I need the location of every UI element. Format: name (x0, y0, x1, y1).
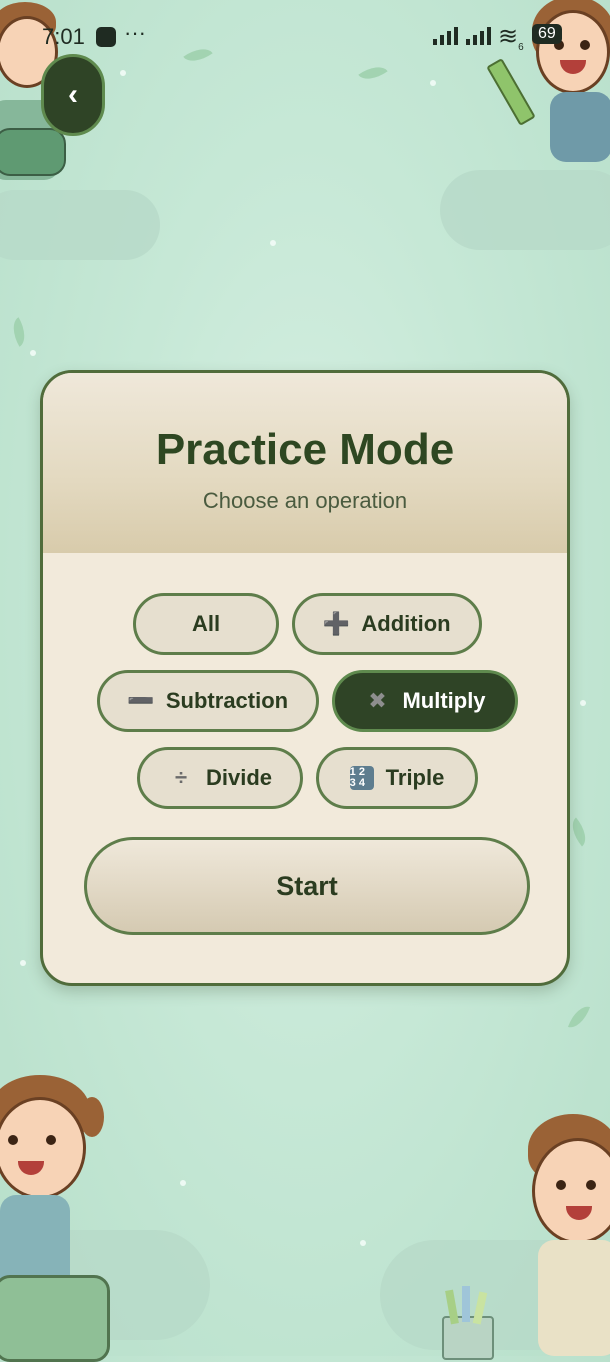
chevron-left-icon: ‹ (68, 78, 78, 111)
operation-label: All (191, 611, 221, 636)
multiply-icon: ✖ (368, 688, 387, 713)
wifi-icon: ≋6 (498, 23, 524, 53)
start-button[interactable]: Start (84, 837, 530, 935)
leaf-decoration (358, 59, 388, 87)
plus-icon: ➕ (322, 611, 351, 636)
sparkle-decoration (270, 240, 276, 246)
divide-icon: ÷ (174, 765, 188, 790)
page-subtitle: Choose an operation (202, 488, 408, 513)
leaf-decoration (6, 317, 32, 347)
more-notifications-icon: ··· (124, 20, 146, 45)
kid-boy-illustration (520, 1110, 610, 1356)
sparkle-decoration (580, 700, 586, 706)
wifi-suffix: 6 (518, 41, 524, 53)
signal-icon (466, 25, 491, 45)
sparkle-decoration (20, 960, 26, 966)
operation-all-button[interactable]: All (133, 593, 279, 655)
operation-label: Addition (361, 611, 451, 636)
cloud-decoration (0, 190, 160, 260)
sparkle-decoration (180, 1180, 186, 1186)
battery-indicator: 69 (532, 24, 562, 44)
operation-label: Divide (205, 765, 273, 790)
operation-multiply-button[interactable]: ✖ Multiply (332, 670, 518, 732)
practice-mode-card: Practice Mode Choose an operation All ➕ … (40, 370, 570, 986)
cloud-decoration (440, 170, 610, 250)
sparkle-decoration (360, 1240, 366, 1246)
operation-triple-button[interactable]: 1 2 3 4 Triple (316, 747, 478, 809)
operation-label: Multiply (402, 688, 486, 713)
numbers-icon: 1 2 3 4 (349, 766, 374, 790)
leaf-decoration (567, 1002, 591, 1032)
operation-addition-button[interactable]: ➕ Addition (292, 593, 482, 655)
notification-icon (96, 27, 116, 47)
status-bar: 7:01 ··· ≋6 69 (0, 20, 610, 54)
operation-subtraction-button[interactable]: ➖ Subtraction (97, 670, 319, 732)
pencil-cup-illustration (436, 1286, 496, 1360)
sparkle-decoration (120, 70, 126, 76)
operation-label: Subtraction (165, 688, 289, 713)
page-title: Practice Mode (155, 425, 455, 474)
operation-label: Triple (385, 765, 445, 790)
signal-icon (433, 25, 458, 45)
sparkle-decoration (430, 80, 436, 86)
minus-icon: ➖ (127, 688, 155, 713)
sparkle-decoration (30, 350, 36, 356)
back-button[interactable]: ‹ (41, 54, 105, 136)
status-time: 7:01 (42, 24, 85, 49)
operation-divide-button[interactable]: ÷ Divide (137, 747, 303, 809)
kid-girl-illustration (0, 1075, 120, 1362)
